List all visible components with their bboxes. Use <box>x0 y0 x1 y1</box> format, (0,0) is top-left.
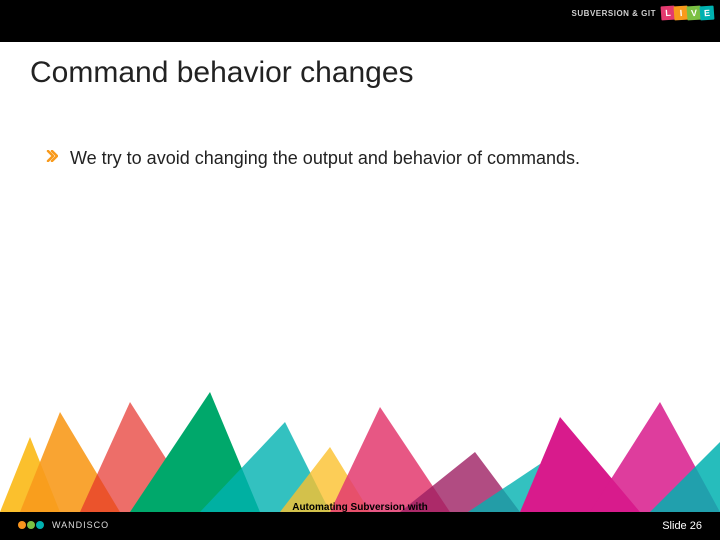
footer-center-line1: Automating Subversion with <box>270 502 450 513</box>
slide-number: 26 <box>690 520 702 532</box>
slide: SUBVERSION & GIT L I V E Command behavio… <box>0 0 720 540</box>
live-logo: L I V E <box>662 6 714 20</box>
logo-dot-green <box>27 521 35 529</box>
slide-body: We try to avoid changing the output and … <box>46 146 680 170</box>
footer-logo: WANDISCO <box>18 520 109 530</box>
footer-slide-number: Slide 26 <box>662 520 702 532</box>
topbar: SUBVERSION & GIT L I V E <box>0 0 720 42</box>
decorative-triangles <box>0 392 720 512</box>
topbar-brand: SUBVERSION & GIT L I V E <box>572 6 714 20</box>
chevron-right-icon <box>46 150 58 162</box>
live-tile-4: E <box>700 6 715 21</box>
logo-dot-orange <box>18 521 26 529</box>
bullet-row: We try to avoid changing the output and … <box>46 146 680 170</box>
topbar-brand-text: SUBVERSION & GIT <box>572 9 656 18</box>
footer-center: Automating Subversion with Bindings <box>270 502 450 524</box>
logo-dot-teal <box>36 521 44 529</box>
bullet-text: We try to avoid changing the output and … <box>70 146 580 170</box>
slide-label: Slide <box>662 520 686 532</box>
footer-center-line2: Bindings <box>270 513 450 524</box>
footer-logo-text: WANDISCO <box>52 520 109 530</box>
footer: WANDISCO Automating Subversion with Bind… <box>0 512 720 540</box>
slide-title: Command behavior changes <box>30 56 414 90</box>
